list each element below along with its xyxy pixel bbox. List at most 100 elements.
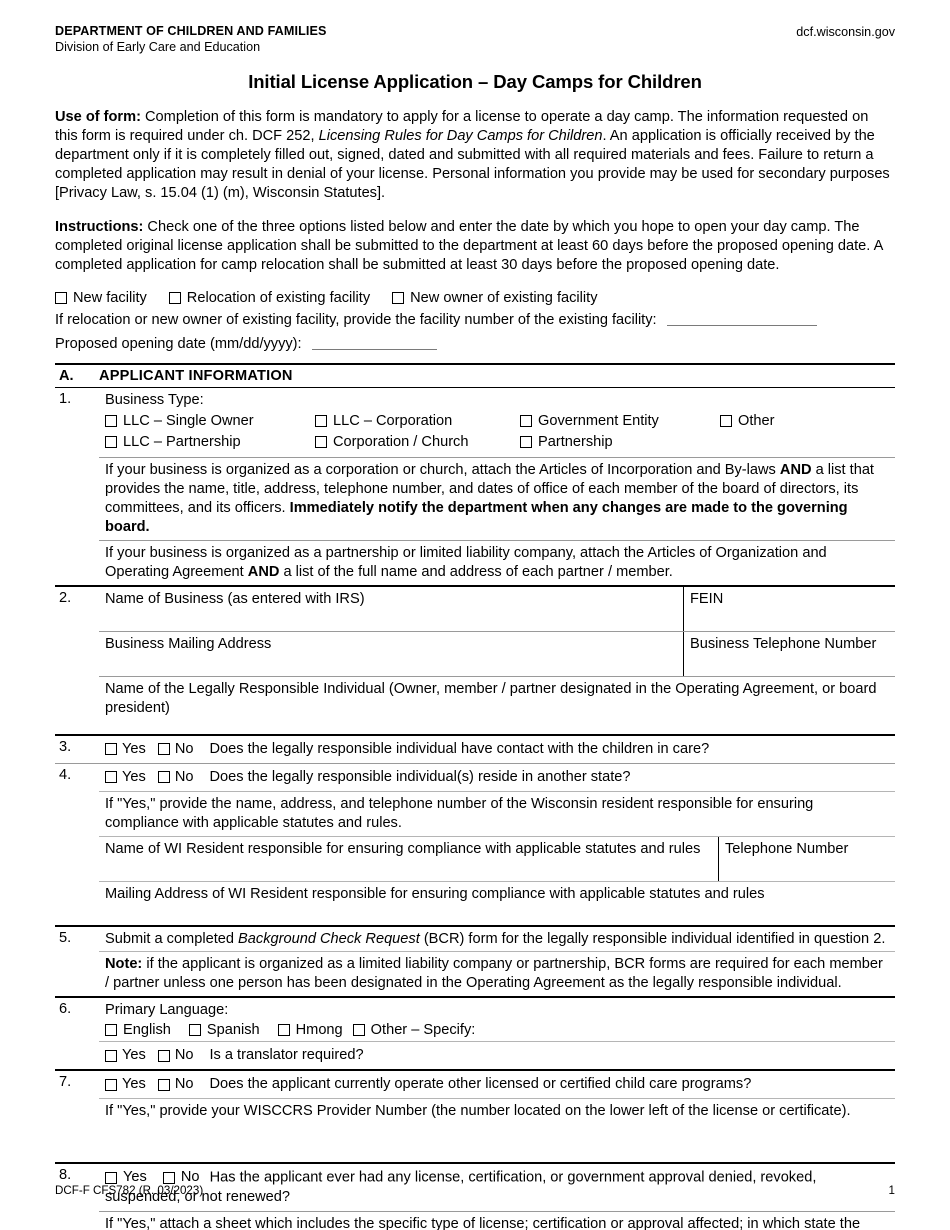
option-new-owner-existing-facility[interactable]: New owner of existing facility <box>392 290 598 306</box>
question-7-body: Yes No Does the applicant currently oper… <box>99 1071 895 1162</box>
business-name-field[interactable]: Name of Business (as entered with IRS) <box>99 587 683 631</box>
corporation-attachment-note: If your business is organized as a corpo… <box>99 456 895 540</box>
option-language-english-label: English <box>123 1022 171 1039</box>
question-5-note: Note: if the applicant is organized as a… <box>99 951 895 996</box>
question-1-number: 1. <box>59 390 72 407</box>
checkbox-q3-yes[interactable] <box>105 743 117 756</box>
option-language-hmong-label: Hmong <box>295 1022 343 1039</box>
document-header: DEPARTMENT OF CHILDREN AND FAMILIES Divi… <box>55 24 895 55</box>
question-4-if-yes-note: If "Yes," provide the name, address, and… <box>99 790 895 836</box>
option-new-facility-label: New facility <box>73 289 147 306</box>
checkbox-q4-yes[interactable] <box>105 771 117 784</box>
corporation-note-and: AND <box>779 461 812 478</box>
checkbox-q4-no[interactable] <box>157 771 170 784</box>
agency-website: dcf.wisconsin.gov <box>796 25 895 39</box>
checkbox-new-owner-existing-facility[interactable] <box>392 291 405 304</box>
option-language-hmong[interactable]: Hmong <box>277 1022 343 1039</box>
checkbox-llc-single-owner[interactable] <box>105 415 117 428</box>
checkbox-relocation-existing-facility[interactable] <box>168 291 181 304</box>
option-partnership-label: Partnership <box>538 433 613 450</box>
checkbox-q7-no[interactable] <box>157 1078 170 1091</box>
use-of-form-label: Use of form: <box>55 108 141 125</box>
primary-language-label: Primary Language: <box>105 1002 229 1019</box>
wi-resident-name-field[interactable]: Name of WI Resident responsible for ensu… <box>99 837 718 881</box>
section-a-header: A. APPLICANT INFORMATION <box>55 365 895 388</box>
opening-date-row: Proposed opening date (mm/dd/yyyy): <box>55 335 895 354</box>
question-8-if-yes-note: If "Yes," attach a sheet which includes … <box>99 1211 895 1230</box>
facility-number-input[interactable] <box>666 311 817 326</box>
instructions-label: Instructions: <box>55 219 144 236</box>
question-5-number: 5. <box>59 929 72 946</box>
opening-date-input[interactable] <box>311 335 437 350</box>
checkbox-partnership[interactable] <box>520 436 532 449</box>
question-7-number: 7. <box>59 1074 72 1091</box>
checkbox-translator-no[interactable] <box>157 1049 170 1062</box>
applicant-information-table: A. APPLICANT INFORMATION 1. Business Typ… <box>55 362 895 1230</box>
wi-resident-phone-label: Telephone Number <box>725 840 849 857</box>
checkbox-language-other[interactable] <box>352 1024 365 1037</box>
option-language-spanish-label: Spanish <box>206 1022 260 1039</box>
wisccrs-provider-number-input[interactable] <box>99 1124 895 1162</box>
question-3-body: Yes No Does the legally responsible indi… <box>99 736 895 763</box>
question-5-text-2: (BCR) form for the legally responsible i… <box>419 930 886 947</box>
checkbox-language-spanish[interactable] <box>188 1024 201 1037</box>
checkbox-new-facility[interactable] <box>55 291 67 304</box>
option-llc-single-owner[interactable]: LLC – Single Owner <box>105 411 315 432</box>
wi-resident-name-label: Name of WI Resident responsible for ensu… <box>105 840 701 857</box>
use-of-form-paragraph: Use of form: Completion of this form is … <box>55 108 895 204</box>
question-8-body: Yes No Has the applicant ever had any li… <box>99 1164 895 1230</box>
option-language-spanish[interactable]: Spanish <box>188 1022 260 1039</box>
business-name-fein-row: Name of Business (as entered with IRS) F… <box>99 586 895 631</box>
facility-number-row: If relocation or new owner of existing f… <box>55 311 895 330</box>
checkbox-corporation-church[interactable] <box>315 436 327 449</box>
business-mailing-address-field[interactable]: Business Mailing Address <box>99 632 683 676</box>
question-5-italic: Background Check Request <box>238 930 420 947</box>
option-llc-partnership[interactable]: LLC – Partnership <box>105 432 315 453</box>
business-telephone-field[interactable]: Business Telephone Number <box>683 631 895 676</box>
checkbox-government-entity[interactable] <box>520 415 532 428</box>
application-type-options: New facility Relocation of existing faci… <box>55 290 895 306</box>
division-name: Division of Early Care and Education <box>55 39 261 54</box>
option-partnership[interactable]: Partnership <box>520 432 720 453</box>
checkbox-llc-partnership[interactable] <box>105 436 117 449</box>
checkbox-language-english[interactable] <box>105 1024 117 1037</box>
fein-field[interactable]: FEIN <box>683 586 895 631</box>
checkbox-translator-yes[interactable] <box>105 1049 117 1062</box>
partnership-note-and: AND <box>247 563 280 580</box>
option-llc-corporation[interactable]: LLC – Corporation <box>315 411 520 432</box>
checkbox-other-business-type[interactable] <box>720 415 732 428</box>
checkbox-q8-no[interactable] <box>162 1171 175 1184</box>
option-language-other[interactable]: Other – Specify: <box>352 1022 475 1038</box>
wi-resident-address-field[interactable]: Mailing Address of WI Resident responsib… <box>99 880 895 925</box>
option-other-business-type[interactable]: Other <box>720 411 889 432</box>
responsible-individual-field[interactable]: Name of the Legally Responsible Individu… <box>99 675 895 734</box>
option-government-entity[interactable]: Government Entity <box>520 411 720 432</box>
option-corporation-church[interactable]: Corporation / Church <box>315 432 520 453</box>
checkbox-q3-no[interactable] <box>157 743 170 756</box>
question-2-body: Name of Business (as entered with IRS) F… <box>99 586 895 734</box>
question-6-row: 6. Primary Language: English Spanish Hmo… <box>55 998 895 1072</box>
checkbox-llc-corporation[interactable] <box>315 415 327 428</box>
question-3-number: 3. <box>59 738 72 755</box>
checkbox-q8-yes[interactable] <box>105 1171 117 1184</box>
option-new-facility[interactable]: New facility <box>55 290 147 306</box>
option-language-english[interactable]: English <box>105 1022 171 1038</box>
translator-required-row: Yes No Is a translator required? <box>99 1041 895 1069</box>
label-q3-yes: Yes <box>122 740 146 757</box>
business-type-options: LLC – Single Owner LLC – Corporation Gov… <box>99 411 895 457</box>
mailing-address-phone-row: Business Mailing Address Business Teleph… <box>99 630 895 676</box>
label-translator-yes: Yes <box>122 1047 146 1064</box>
label-q7-yes: Yes <box>122 1076 146 1093</box>
partnership-attachment-note: If your business is organized as a partn… <box>99 539 895 585</box>
checkbox-language-hmong[interactable] <box>277 1024 290 1037</box>
checkbox-q7-yes[interactable] <box>105 1078 117 1091</box>
facility-number-label: If relocation or new owner of existing f… <box>55 311 657 328</box>
option-relocation-existing-facility[interactable]: Relocation of existing facility <box>168 290 370 306</box>
option-llc-partnership-label: LLC – Partnership <box>123 433 241 450</box>
wi-resident-address-label: Mailing Address of WI Resident responsib… <box>105 885 765 902</box>
section-a-title: APPLICANT INFORMATION <box>99 367 293 384</box>
wi-resident-phone-field[interactable]: Telephone Number <box>718 836 895 881</box>
question-4-answer: Yes No Does the legally responsible indi… <box>99 764 895 791</box>
option-other-business-type-label: Other <box>738 412 775 429</box>
question-6-number: 6. <box>59 1001 72 1018</box>
